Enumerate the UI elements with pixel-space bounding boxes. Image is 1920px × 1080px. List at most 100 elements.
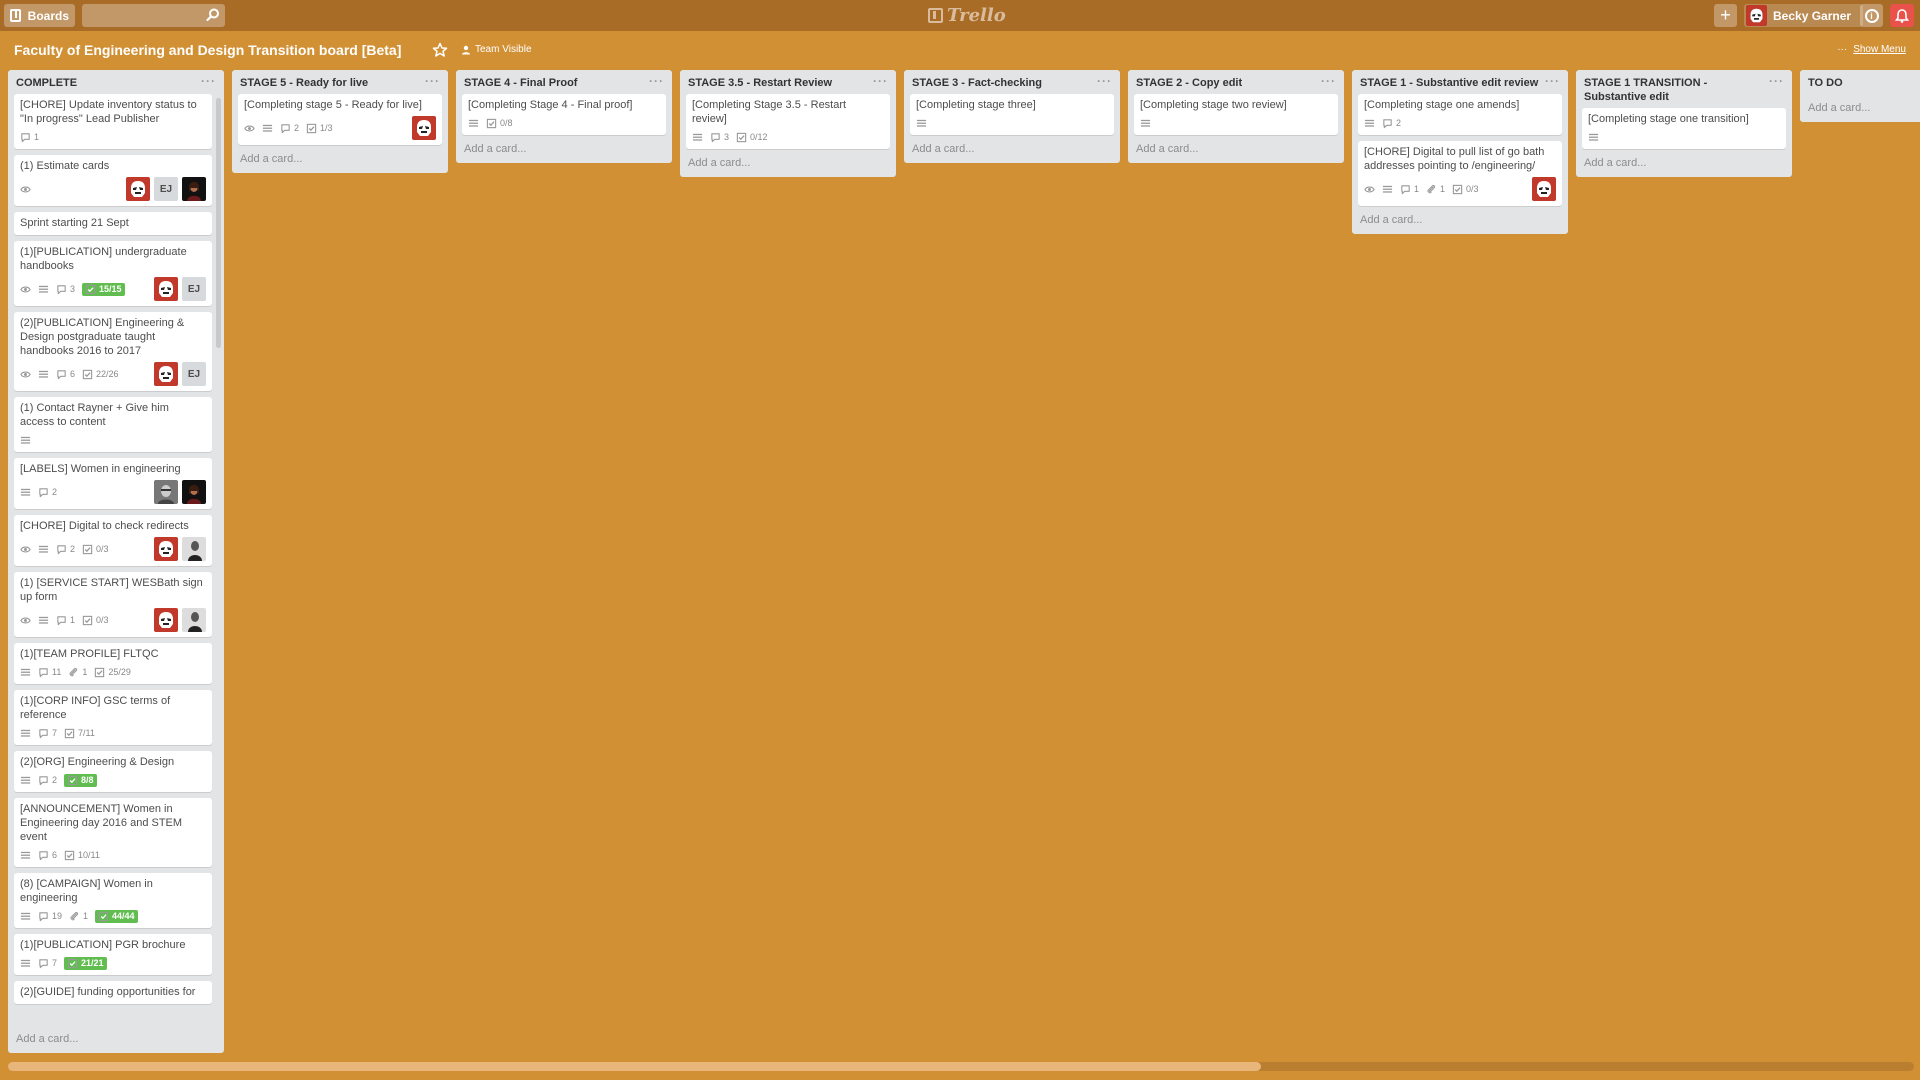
card[interactable]: (1) Contact Rayner + Give him access to … — [14, 397, 212, 452]
trello-logo[interactable]: Trello — [928, 5, 1006, 26]
checklist-icon — [67, 775, 78, 785]
add-card-link[interactable]: Add a card... — [1800, 94, 1920, 122]
add-card-link[interactable]: Add a card... — [1576, 149, 1792, 177]
card[interactable]: (2)[PUBLICATION] Engineering & Design po… — [14, 312, 212, 391]
list-title[interactable]: STAGE 3 - Fact-checking — [912, 76, 1042, 90]
search-box[interactable] — [82, 4, 225, 27]
list-title[interactable]: STAGE 5 - Ready for live — [240, 76, 368, 90]
card[interactable]: [CHORE] Digital to pull list of go bath … — [1358, 141, 1562, 206]
card[interactable]: Sprint starting 21 Sept — [14, 212, 212, 235]
list-title[interactable]: STAGE 1 - Substantive edit review — [1360, 76, 1538, 90]
card[interactable]: [Completing stage one amends] 2 — [1358, 94, 1562, 135]
list-title[interactable]: STAGE 2 - Copy edit — [1136, 76, 1242, 90]
member-avatar-stormtrooper[interactable] — [154, 537, 178, 561]
list-header[interactable]: TO DO — [1800, 70, 1920, 94]
member-avatar-photo[interactable] — [182, 177, 206, 201]
member-avatar-photo[interactable] — [182, 608, 206, 632]
bell-icon — [1895, 8, 1909, 23]
list-header[interactable]: COMPLETE ··· — [8, 70, 224, 94]
card[interactable]: (8) [CAMPAIGN] Women in engineering 19 1 44… — [14, 873, 212, 928]
add-card-link[interactable]: Add a card... — [8, 1025, 224, 1053]
star-icon[interactable] — [432, 42, 448, 58]
attachment-icon — [69, 667, 78, 676]
member-avatar-initials[interactable]: EJ — [182, 277, 206, 301]
member-avatar-stormtrooper[interactable] — [126, 177, 150, 201]
user-menu-button[interactable]: Becky Garner — [1744, 4, 1863, 27]
notifications-button[interactable] — [1890, 4, 1914, 27]
card-badges: 3 15/15 EJ — [20, 277, 206, 301]
add-button[interactable]: + — [1714, 4, 1737, 27]
card[interactable]: [CHORE] Update inventory status to "In p… — [14, 94, 212, 149]
card[interactable]: (1) [SERVICE START] WESBath sign up form… — [14, 572, 212, 637]
checklist-icon — [64, 728, 75, 738]
list-menu-icon[interactable]: ··· — [873, 75, 888, 87]
comments-count: 11 — [52, 667, 62, 677]
member-avatar-initials[interactable]: EJ — [154, 177, 178, 201]
card[interactable]: [Completing Stage 3.5 - Restart review] 3… — [686, 94, 890, 149]
card[interactable]: [Completing stage two review] — [1134, 94, 1338, 135]
search-icon[interactable] — [206, 8, 220, 22]
horizontal-scrollbar-thumb[interactable] — [8, 1062, 1261, 1071]
list-title[interactable]: STAGE 3.5 - Restart Review — [688, 76, 832, 90]
card[interactable]: (1) Estimate cards EJ — [14, 155, 212, 206]
show-menu-button[interactable]: ··· Show Menu — [1837, 44, 1906, 55]
card[interactable]: (2)[GUIDE] funding opportunities for — [14, 981, 212, 1004]
list-title[interactable]: STAGE 1 TRANSITION - Substantive edit — [1584, 76, 1764, 104]
list-menu-icon[interactable]: ··· — [649, 75, 664, 87]
card[interactable]: (2)[ORG] Engineering & Design 2 8/8 — [14, 751, 212, 792]
team-visible-button[interactable]: Team Visible — [461, 44, 532, 55]
add-card-link[interactable]: Add a card... — [1128, 135, 1344, 163]
card-list: [Completing stage three] — [904, 94, 1120, 135]
list-header[interactable]: STAGE 1 - Substantive edit review ··· — [1352, 70, 1568, 94]
list-header[interactable]: STAGE 3.5 - Restart Review ··· — [680, 70, 896, 94]
add-card-link[interactable]: Add a card... — [904, 135, 1120, 163]
list-header[interactable]: STAGE 3 - Fact-checking ··· — [904, 70, 1120, 94]
member-avatar-photo[interactable] — [154, 480, 178, 504]
board-title[interactable]: Faculty of Engineering and Design Transi… — [14, 42, 401, 58]
member-avatar-initials[interactable]: EJ — [182, 362, 206, 386]
card[interactable]: [CHORE] Digital to check redirects 2 0/3 — [14, 515, 212, 566]
boards-button[interactable]: Boards — [4, 4, 75, 27]
list-menu-icon[interactable]: ··· — [1097, 75, 1112, 87]
checklist-count: 25/29 — [108, 667, 131, 677]
member-avatar-stormtrooper[interactable] — [154, 277, 178, 301]
list-menu-icon[interactable]: ··· — [1769, 75, 1784, 87]
list-menu-icon[interactable]: ··· — [425, 75, 440, 87]
member-avatar-stormtrooper[interactable] — [154, 608, 178, 632]
add-card-link[interactable]: Add a card... — [232, 145, 448, 173]
card[interactable]: (1)[PUBLICATION] PGR brochure 7 21/21 — [14, 934, 212, 975]
card[interactable]: [Completing Stage 4 - Final proof] 0/8 — [462, 94, 666, 135]
member-avatar-stormtrooper[interactable] — [412, 116, 436, 140]
list-header[interactable]: STAGE 4 - Final Proof ··· — [456, 70, 672, 94]
comments-count: 6 — [52, 850, 58, 860]
add-card-link[interactable]: Add a card... — [456, 135, 672, 163]
card[interactable]: [Completing stage 5 - Ready for live] 2 1/… — [238, 94, 442, 145]
info-button[interactable]: i — [1860, 4, 1883, 27]
member-avatar-photo[interactable] — [182, 480, 206, 504]
add-card-link[interactable]: Add a card... — [680, 149, 896, 177]
list-title[interactable]: COMPLETE — [16, 76, 77, 90]
list-menu-icon[interactable]: ··· — [201, 75, 216, 87]
member-avatar-stormtrooper[interactable] — [1532, 177, 1556, 201]
list-header[interactable]: STAGE 1 TRANSITION - Substantive edit ··· — [1576, 70, 1792, 108]
search-input[interactable] — [82, 4, 225, 27]
card[interactable]: [Completing stage one transition] — [1582, 108, 1786, 149]
list-title[interactable]: STAGE 4 - Final Proof — [464, 76, 577, 90]
list-menu-icon[interactable]: ··· — [1321, 75, 1336, 87]
list-header[interactable]: STAGE 5 - Ready for live ··· — [232, 70, 448, 94]
member-avatar-stormtrooper[interactable] — [154, 362, 178, 386]
card[interactable]: (1)[CORP INFO] GSC terms of reference 7 7/… — [14, 690, 212, 745]
card[interactable]: [Completing stage three] — [910, 94, 1114, 135]
comments-count: 7 — [52, 728, 58, 738]
card[interactable]: (1)[TEAM PROFILE] FLTQC 11 1 25/29 — [14, 643, 212, 684]
list-menu-icon[interactable]: ··· — [1545, 75, 1560, 87]
card[interactable]: [ANNOUNCEMENT] Women in Engineering day … — [14, 798, 212, 867]
list-scrollbar-thumb[interactable] — [216, 98, 221, 348]
card-members: EJ — [126, 177, 206, 201]
list-header[interactable]: STAGE 2 - Copy edit ··· — [1128, 70, 1344, 94]
card[interactable]: (1)[PUBLICATION] undergraduate handbooks… — [14, 241, 212, 306]
list-title[interactable]: TO DO — [1808, 76, 1843, 90]
member-avatar-photo[interactable] — [182, 537, 206, 561]
card[interactable]: [LABELS] Women in engineering 2 — [14, 458, 212, 509]
add-card-link[interactable]: Add a card... — [1352, 206, 1568, 234]
